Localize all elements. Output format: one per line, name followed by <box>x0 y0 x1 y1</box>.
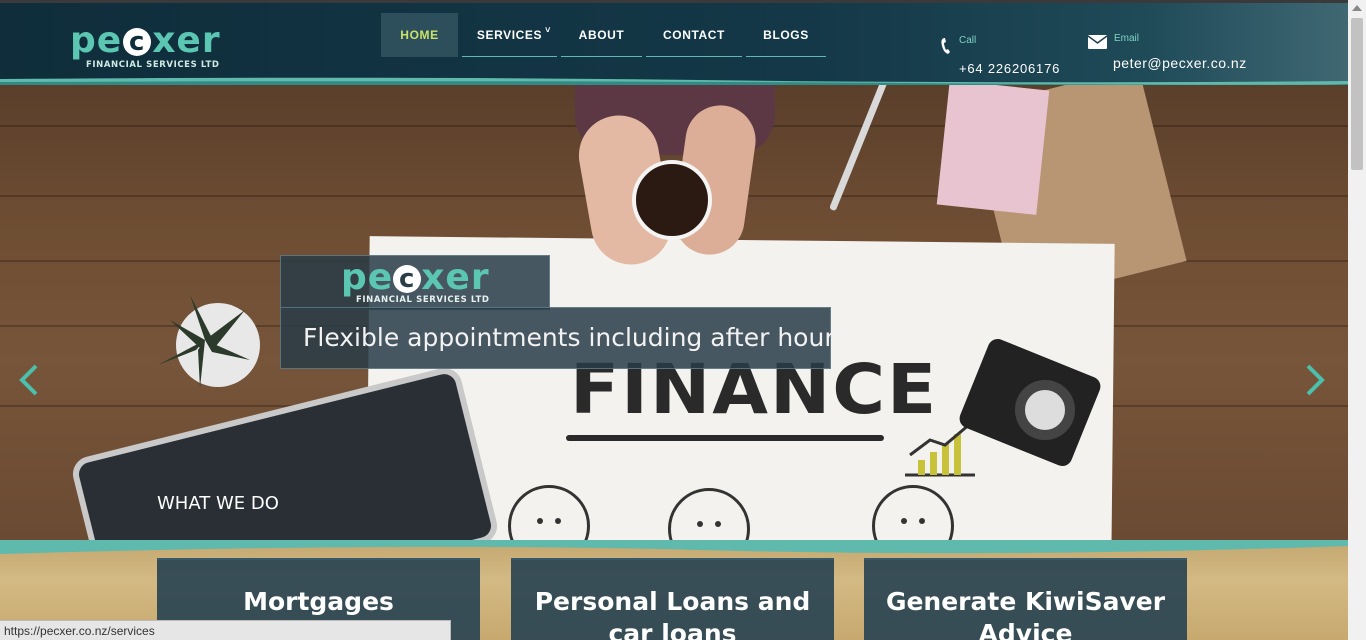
site-logo[interactable]: pe c xer FINANCIAL SERVICES LTD <box>70 23 230 71</box>
carousel-prev-arrow-icon[interactable] <box>14 360 44 400</box>
scroll-up-arrow-icon[interactable] <box>1352 5 1362 11</box>
service-card-personal-loans[interactable]: Personal Loans and car loans <box>511 558 834 640</box>
nav-item-home[interactable]: HOME <box>381 13 458 57</box>
email-address[interactable]: peter@pecxer.co.nz <box>1113 55 1247 71</box>
logo-wordmark: pe c xer <box>70 20 221 61</box>
hero-logo-subtitle: FINANCIAL SERVICES LTD <box>356 295 490 305</box>
phone-icon <box>941 38 950 54</box>
service-card-title: Mortgages <box>243 587 394 616</box>
coffee-mug-image <box>632 160 712 240</box>
chevron-down-icon: ˅ <box>545 25 551 35</box>
what-we-do-heading: WHAT WE DO <box>157 493 279 514</box>
camera-lens-image <box>1015 380 1075 440</box>
service-card-title: Personal Loans and car loans <box>534 587 811 640</box>
hero-tagline-panel: Flexible appointments including after ho… <box>280 307 848 369</box>
scrollbar-thumb[interactable] <box>1351 18 1363 170</box>
hero-logo-panel: pe c xer FINANCIAL SERVICES LTD <box>280 255 550 310</box>
carousel-next-arrow-icon[interactable] <box>1300 360 1330 400</box>
hero-tagline: Flexible appointments including after ho… <box>303 323 848 352</box>
nav-item-about[interactable]: ABOUT <box>561 13 642 57</box>
nav-item-services-label: SERVICES <box>476 27 543 42</box>
phone-number[interactable]: +64 226206176 <box>959 61 1060 76</box>
main-nav: HOME SERVICES ˅ ABOUT CONTACT BLOGS <box>381 13 830 57</box>
browser-status-bar: https://pecxer.co.nz/services <box>0 620 451 640</box>
nav-item-services[interactable]: SERVICES ˅ <box>462 13 557 57</box>
tablet-image <box>69 364 501 545</box>
logo-c-mark: c <box>123 28 152 56</box>
succulent-plant-image <box>158 295 260 388</box>
hero-logo-wordmark: pe c xer <box>341 257 490 298</box>
service-card-title: Generate KiwiSaver Advice <box>885 587 1166 640</box>
pink-notepad-image <box>936 85 1050 215</box>
finance-underline <box>566 435 884 441</box>
pen-image <box>829 85 888 212</box>
logo-subtitle: FINANCIAL SERVICES LTD <box>86 60 220 70</box>
service-card-kiwisaver[interactable]: Generate KiwiSaver Advice <box>864 558 1187 640</box>
email-label: Email <box>1114 33 1140 44</box>
mail-icon <box>1088 35 1107 49</box>
nav-item-blogs[interactable]: BLOGS <box>746 13 826 57</box>
nav-item-contact[interactable]: CONTACT <box>646 13 742 57</box>
site-header: pe c xer FINANCIAL SERVICES LTD HOME SERVI… <box>0 3 1348 85</box>
page-scrollbar[interactable] <box>1348 0 1366 640</box>
call-label: Call <box>959 35 977 46</box>
hero-carousel: FINANCE pe c xer FINANCIAL SERVICES LTD … <box>0 85 1348 545</box>
page: pe c xer FINANCIAL SERVICES LTD HOME SERVI… <box>0 0 1366 640</box>
